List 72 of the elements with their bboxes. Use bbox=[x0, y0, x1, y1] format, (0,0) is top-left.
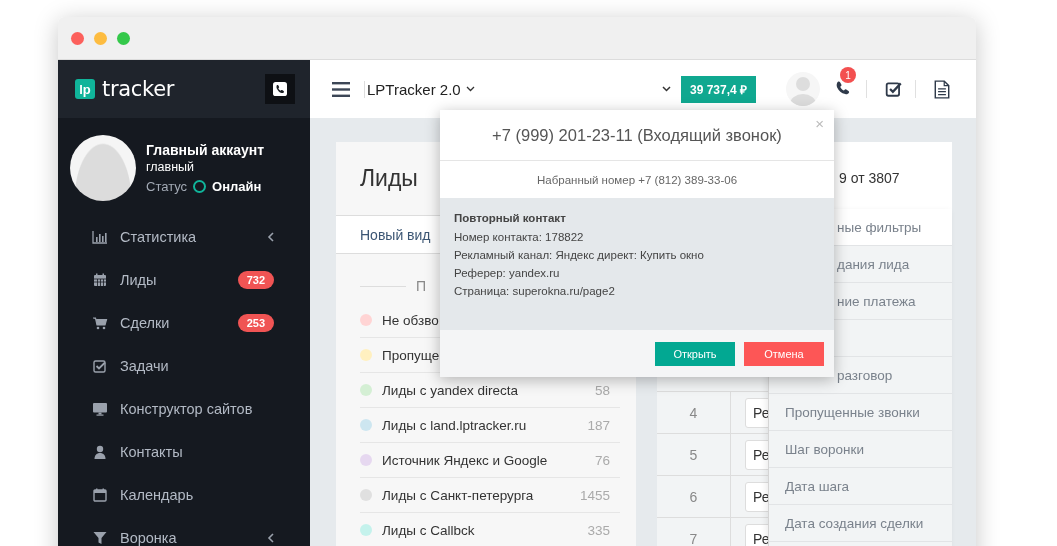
checkbox-icon bbox=[92, 357, 108, 374]
group-count: 187 bbox=[587, 417, 610, 433]
group-count: 335 bbox=[587, 522, 610, 538]
account-name: Главный аккаунт bbox=[146, 142, 265, 158]
contact-detail: Страница: superokna.ru/page2 bbox=[454, 285, 616, 297]
sidebar-item-label: Воронка bbox=[120, 529, 178, 546]
sidebar-item-label: Календарь bbox=[120, 486, 195, 503]
status-value: Онлайн bbox=[212, 179, 262, 194]
sidebar-item[interactable]: Календарь bbox=[58, 473, 310, 516]
sidebar-item-label: Лиды bbox=[120, 271, 158, 288]
calendar-icon bbox=[92, 486, 108, 503]
sidebar-item-label: Сделки bbox=[120, 314, 171, 331]
sidebar-item[interactable]: Статистика bbox=[58, 215, 310, 258]
group-count: 58 bbox=[594, 382, 610, 398]
sidebar-item-label: Статистика bbox=[120, 228, 198, 245]
sidebar-item-label: Конструктор сайтов bbox=[120, 400, 254, 417]
phone-icon bbox=[273, 82, 287, 96]
count-badge: 253 bbox=[237, 313, 274, 332]
sidebar-item[interactable]: Контакты bbox=[58, 430, 310, 473]
group-label: Лиды с yandex directa bbox=[382, 382, 520, 398]
lead-group-item[interactable]: Лиды с Санкт-петерурга 1455 bbox=[360, 478, 620, 513]
logo-text: tracker bbox=[102, 77, 175, 101]
dialog-title: +7 (999) 201-23-11 (Входящий звонок) bbox=[492, 125, 782, 145]
group-heading: П bbox=[416, 278, 427, 294]
sidebar-item[interactable]: Воронка bbox=[58, 516, 310, 546]
task-check-icon[interactable] bbox=[885, 80, 903, 98]
contact-detail: Рекламный канал: Яндекс директ: Купить окно bbox=[454, 249, 705, 261]
menu-icon[interactable] bbox=[332, 81, 350, 97]
group-label: Не обзво bbox=[382, 312, 440, 328]
funnel-icon bbox=[92, 529, 108, 546]
contact-detail: Реферер: yandex.ru bbox=[454, 267, 561, 279]
bar-chart-icon bbox=[92, 228, 108, 245]
group-label: Лиды с land.lptracker.ru bbox=[382, 417, 528, 433]
count-badge: 732 bbox=[237, 270, 274, 289]
logo-mark: lp bbox=[75, 79, 95, 99]
filter-menu-item[interactable]: Дата создания сделки bbox=[769, 505, 952, 542]
project-selector[interactable]: LPTracker 2.0 bbox=[364, 80, 475, 98]
close-window-button[interactable] bbox=[71, 31, 84, 45]
filter-menu-item[interactable]: Пропущенные звонки bbox=[769, 394, 952, 431]
monitor-icon bbox=[92, 400, 108, 417]
group-count: 1455 bbox=[579, 487, 610, 503]
group-label: Пропуще bbox=[382, 347, 441, 363]
sidebar-item[interactable]: Конструктор сайтов bbox=[58, 387, 310, 430]
sidebar-item[interactable]: Лиды 732 bbox=[58, 258, 310, 301]
sidebar-item-label: Задачи bbox=[120, 357, 170, 374]
contact-detail: Номер контакта: 178822 bbox=[454, 231, 585, 243]
lead-group-item[interactable]: Источник Яндекс и Google 76 bbox=[360, 443, 620, 478]
status-label: Статус bbox=[146, 179, 188, 194]
lead-group-item[interactable]: Лиды с land.lptracker.ru 187 bbox=[360, 408, 620, 443]
caret-icon bbox=[465, 86, 475, 92]
table-cell: 7 bbox=[657, 518, 731, 546]
group-label: Лиды с Callbck bbox=[382, 522, 476, 538]
group-label: Лиды с Санкт-петерурга bbox=[382, 487, 535, 503]
phone-button[interactable] bbox=[265, 74, 295, 104]
cart-icon bbox=[92, 314, 108, 331]
group-count: 76 bbox=[594, 452, 610, 468]
caret-icon[interactable] bbox=[661, 86, 671, 92]
account-role: главный bbox=[146, 160, 196, 174]
group-label: Источник Яндекс и Google bbox=[382, 452, 549, 468]
summary-text: 9 от 3807 bbox=[839, 170, 900, 186]
sidebar-item-label: Контакты bbox=[120, 443, 184, 460]
filter-menu-item[interactable]: Шаг воронки bbox=[769, 431, 952, 468]
lead-group-item[interactable]: Лиды с Callbck 335 bbox=[360, 513, 620, 546]
sidebar-item[interactable]: Задачи bbox=[58, 344, 310, 387]
document-icon[interactable] bbox=[934, 79, 950, 99]
sidebar-item[interactable]: Сделки 253 bbox=[58, 301, 310, 344]
calendar-icon bbox=[92, 271, 108, 288]
contact-heading: Повторный контакт bbox=[454, 212, 567, 224]
view-tab[interactable]: Новый вид bbox=[360, 226, 431, 243]
person-icon bbox=[92, 443, 108, 460]
notification-badge: 1 bbox=[840, 67, 856, 83]
filter-menu-item[interactable]: Дата шага bbox=[769, 468, 952, 505]
